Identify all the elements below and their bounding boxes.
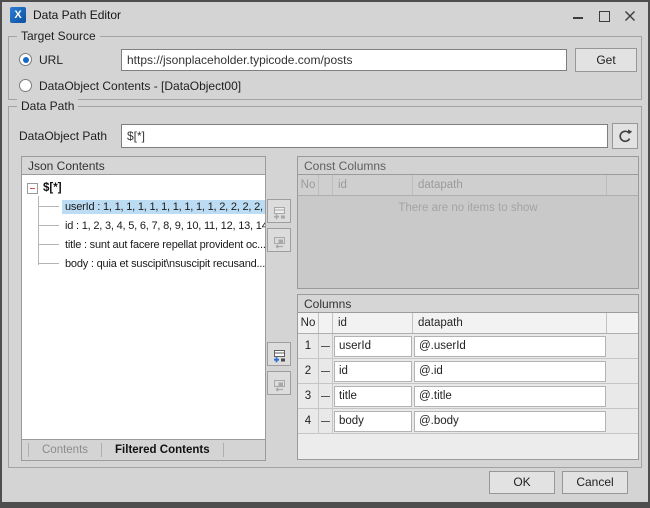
const-columns-panel: Const Columns No id datapath There are n…	[297, 156, 639, 289]
tree-item-id[interactable]: id : 1, 2, 3, 4, 5, 6, 7, 8, 9, 10, 11, …	[22, 216, 265, 235]
row-handle-icon[interactable]	[319, 334, 333, 358]
titlebar[interactable]: X Data Path Editor	[2, 2, 648, 28]
tree-item-label[interactable]: userId : 1, 1, 1, 1, 1, 1, 1, 1, 1, 1, 2…	[62, 200, 265, 214]
columns-panel: Columns No id datapath 1 userId @.userId	[297, 294, 639, 460]
tab-separator	[223, 443, 224, 457]
window-controls	[572, 9, 640, 21]
columns-add-button[interactable]	[267, 342, 291, 366]
row-no: 3	[298, 384, 319, 408]
column-header-datapath: datapath	[413, 313, 607, 333]
columns-move-button[interactable]	[267, 371, 291, 395]
row-handle-icon[interactable]	[319, 409, 333, 433]
target-source-group: Target Source URL Get DataObject Content…	[8, 36, 642, 100]
close-icon[interactable]	[624, 9, 636, 21]
add-column-icon	[271, 348, 287, 364]
tree-item-label[interactable]: id : 1, 2, 3, 4, 5, 6, 7, 8, 9, 10, 11, …	[62, 219, 265, 233]
table-row: 2 id @.id	[298, 359, 638, 384]
get-button[interactable]: Get	[575, 48, 637, 72]
move-column-icon	[271, 377, 287, 393]
tree-branch-icon	[39, 206, 59, 207]
const-columns-add-button[interactable]	[267, 199, 291, 223]
column-header-tail	[607, 313, 638, 333]
json-contents-panel: Json Contents $[*] userId : 1, 1, 1, 1, …	[21, 156, 266, 461]
const-columns-empty-message: There are no items to show	[298, 196, 638, 221]
maximize-icon[interactable]	[598, 9, 610, 21]
row-id-cell[interactable]: id	[334, 361, 412, 382]
row-datapath-cell[interactable]: @.body	[414, 411, 606, 432]
dataobject-path-label: DataObject Path	[19, 129, 107, 143]
row-datapath-cell[interactable]: @.id	[414, 361, 606, 382]
row-datapath-cell[interactable]: @.title	[414, 386, 606, 407]
const-columns-table-header: No id datapath	[298, 175, 638, 196]
collapse-minus-icon[interactable]	[27, 183, 38, 194]
dialog-client-area: X Data Path Editor Target Source URL Get…	[2, 2, 648, 502]
row-tail	[607, 384, 638, 408]
data-path-editor-window: X Data Path Editor Target Source URL Get…	[0, 0, 650, 508]
url-radio-label[interactable]: URL	[39, 53, 63, 67]
url-input[interactable]	[121, 49, 567, 71]
const-columns-header: Const Columns	[298, 157, 638, 175]
row-id-cell[interactable]: userId	[334, 336, 412, 357]
tab-contents[interactable]: Contents	[29, 444, 101, 456]
columns-table-header: No id datapath	[298, 313, 638, 334]
column-header-tail	[607, 175, 638, 195]
dataobject-contents-radio-label[interactable]: DataObject Contents - [DataObject00]	[39, 79, 241, 93]
columns-header: Columns	[298, 295, 638, 313]
ok-button[interactable]: OK	[489, 471, 555, 494]
row-no: 1	[298, 334, 319, 358]
dataobject-path-input[interactable]	[121, 124, 608, 148]
tree-item-title[interactable]: title : sunt aut facere repellat provide…	[22, 235, 265, 254]
dataobject-contents-radio[interactable]	[19, 79, 32, 92]
tree-branch-icon	[39, 244, 59, 245]
row-id-cell[interactable]: body	[334, 411, 412, 432]
minimize-icon[interactable]	[572, 9, 584, 21]
column-header-no: No	[298, 175, 319, 195]
move-column-icon	[271, 234, 287, 250]
const-columns-move-button[interactable]	[267, 228, 291, 252]
tree-item-userid[interactable]: userId : 1, 1, 1, 1, 1, 1, 1, 1, 1, 1, 2…	[22, 197, 265, 216]
json-contents-tabstrip: Contents Filtered Contents	[22, 439, 265, 460]
target-source-group-label: Target Source	[17, 29, 100, 43]
tree-branch-icon	[39, 225, 59, 226]
table-row: 3 title @.title	[298, 384, 638, 409]
column-header-blank	[319, 313, 333, 333]
column-header-id: id	[333, 175, 413, 195]
table-row: 1 userId @.userId	[298, 334, 638, 359]
tree-item-label[interactable]: body : quia et suscipit\nsuscipit recusa…	[62, 257, 265, 271]
row-handle-icon[interactable]	[319, 359, 333, 383]
json-tree[interactable]: $[*] userId : 1, 1, 1, 1, 1, 1, 1, 1, 1,…	[22, 175, 265, 439]
row-no: 4	[298, 409, 319, 433]
row-datapath-cell[interactable]: @.userId	[414, 336, 606, 357]
row-tail	[607, 359, 638, 383]
tree-root-row[interactable]: $[*]	[27, 179, 62, 197]
tree-root-label[interactable]: $[*]	[43, 182, 62, 194]
refresh-button[interactable]	[612, 123, 638, 149]
column-header-id: id	[333, 313, 413, 333]
url-radio[interactable]	[19, 53, 32, 66]
data-path-group-label: Data Path	[17, 99, 78, 113]
tab-filtered-contents[interactable]: Filtered Contents	[102, 444, 223, 456]
column-header-datapath: datapath	[413, 175, 607, 195]
refresh-icon	[617, 128, 633, 144]
tree-branch-icon	[39, 263, 59, 264]
tree-item-body[interactable]: body : quia et suscipit\nsuscipit recusa…	[22, 254, 265, 273]
row-id-cell[interactable]: title	[334, 386, 412, 407]
data-path-group: Data Path DataObject Path Json Contents …	[8, 106, 642, 468]
row-tail	[607, 334, 638, 358]
row-handle-icon[interactable]	[319, 384, 333, 408]
cancel-button[interactable]: Cancel	[562, 471, 628, 494]
row-tail	[607, 409, 638, 433]
column-header-blank	[319, 175, 333, 195]
app-logo-icon: X	[10, 7, 26, 23]
table-row: 4 body @.body	[298, 409, 638, 434]
row-no: 2	[298, 359, 319, 383]
add-column-icon	[271, 205, 287, 221]
json-contents-header: Json Contents	[22, 157, 265, 175]
column-header-no: No	[298, 313, 319, 333]
tree-item-label[interactable]: title : sunt aut facere repellat provide…	[62, 238, 265, 252]
window-title: Data Path Editor	[33, 8, 121, 22]
